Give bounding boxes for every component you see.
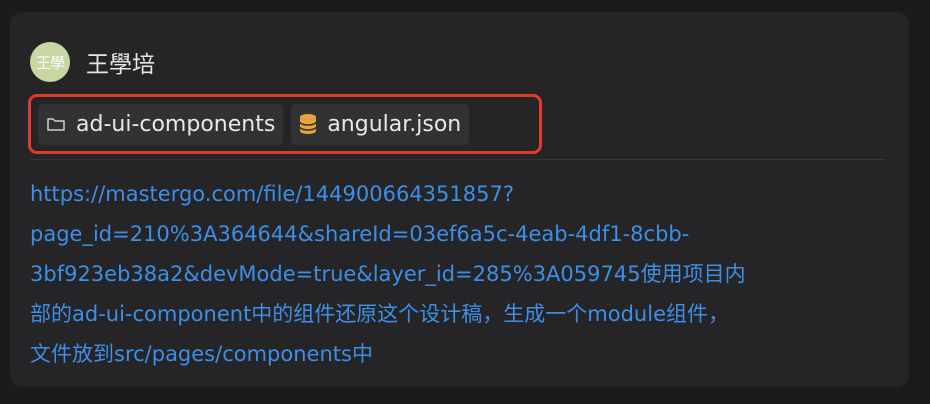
- message-line: 文件放到src/pages/components中: [30, 342, 373, 366]
- divider: [30, 159, 885, 160]
- message-line[interactable]: page_id=210%3A364644&shareId=03ef6a5c-4e…: [30, 214, 880, 254]
- database-icon: [299, 113, 318, 135]
- message-line[interactable]: https://mastergo.com/file/14490066435185…: [30, 174, 880, 214]
- avatar[interactable]: 王學: [30, 42, 70, 82]
- folder-icon: [46, 115, 66, 133]
- message-card: 王學 王學培 ad-ui-components angular.json htt…: [10, 12, 909, 387]
- context-chip-label: ad-ui-components: [76, 111, 276, 137]
- message-line: 部的ad-ui-component中的组件还原这个设计稿，生成一个module组…: [30, 302, 729, 326]
- context-chips-highlight: ad-ui-components angular.json: [28, 94, 542, 154]
- context-chip-label: angular.json: [327, 111, 462, 137]
- message-header: 王學 王學培: [30, 42, 155, 82]
- message-line[interactable]: 3bf923eb38a2&devMode=true&layer_id=285%3…: [30, 254, 880, 294]
- message-body: https://mastergo.com/file/14490066435185…: [30, 174, 880, 374]
- user-name: 王學培: [86, 52, 155, 78]
- context-chip-folder[interactable]: ad-ui-components: [38, 103, 284, 145]
- context-chip-file[interactable]: angular.json: [291, 103, 470, 145]
